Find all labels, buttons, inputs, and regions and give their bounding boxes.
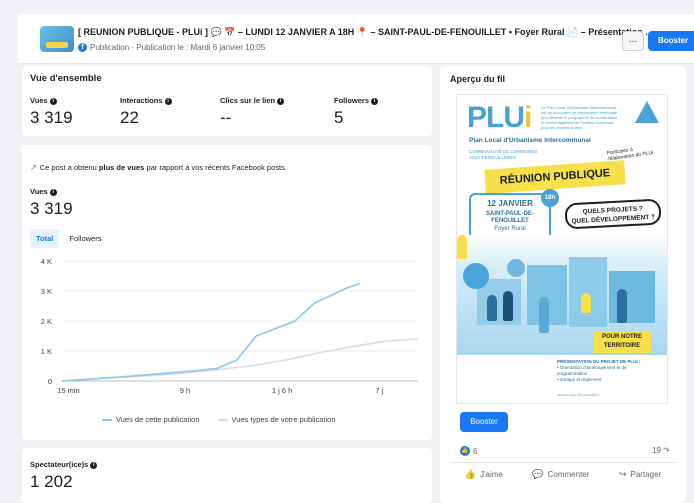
views-label: Vues i (30, 187, 57, 196)
poster-questions: QUELS PROJETS ? QUEL DÉVELOPPEMENT ? (564, 198, 662, 230)
chart-legend: Vues de cette publication Vues types de … (102, 415, 335, 424)
comment-button[interactable]: 💬 Commenter (532, 469, 589, 480)
info-icon[interactable]: i (277, 97, 285, 105)
poster-website: www.cc-agly-fenouilledes.fr (557, 393, 600, 397)
poster-banner: RÉUNION PUBLIQUE (484, 160, 626, 194)
overview-panel: Vue d'ensemble Vues i 3 319 Interactions i… (22, 66, 432, 136)
x-tick-label: 9 h (180, 386, 190, 395)
x-tick-label: 1 j 6 h (272, 386, 292, 395)
series-line-this-post (61, 282, 360, 382)
post-title[interactable]: [ REUNION PUBLIQUE - PLUi ] 💬 📅 – LUNDI … (78, 27, 653, 38)
spectators-value: 1 202 (30, 472, 73, 491)
info-icon[interactable]: i (164, 97, 172, 105)
performance-insight: ↗ Ce post a obtenu plus de vues par rappo… (30, 163, 287, 172)
facebook-icon: f (78, 43, 87, 52)
poster-time-badge: 18h (541, 189, 559, 207)
metric-label-views: Vues i (30, 96, 57, 105)
poster-footer-text: PRÉSENTATION DU PROJET DE PLUi : • Orien… (557, 359, 641, 382)
tab-total[interactable]: Total (30, 229, 60, 248)
metric-value-interactions: 22 (120, 108, 139, 127)
info-icon[interactable]: i (49, 188, 57, 196)
spectators-panel: Spectateur(ice)s i 1 202 (22, 448, 432, 503)
tab-followers[interactable]: Followers (63, 229, 107, 248)
more-options-button[interactable]: ... (622, 31, 644, 51)
plui-logo: PLUi (467, 101, 532, 134)
shares-count[interactable]: 19 ↷ (652, 446, 670, 455)
share-icon: ↪ (618, 469, 627, 479)
thumbs-up-icon: 👍 (464, 469, 476, 479)
feed-preview-panel: Aperçu du fil PLUi Le Plan Local d'Urban… (440, 66, 686, 503)
y-tick-label: 1 K (41, 347, 52, 356)
metric-label-followers: Followers i (334, 96, 379, 105)
metric-value-views: 3 319 (30, 108, 73, 127)
info-icon[interactable]: i (49, 97, 57, 105)
metric-value-followers: 5 (334, 108, 344, 127)
post-image[interactable]: PLUi Le Plan Local d'Urbanisme Intercomm… (456, 94, 668, 404)
legend-item-this-post: Vues de cette publication (102, 415, 200, 424)
feed-preview-title: Aperçu du fil (450, 74, 506, 84)
share-button[interactable]: ↪ Partager (619, 469, 661, 480)
chart-tabs: Total Followers (30, 229, 107, 248)
overview-title: Vue d'ensemble (30, 73, 102, 84)
x-tick-label: 15 min (57, 386, 80, 395)
y-tick-label: 4 K (41, 257, 52, 266)
share-arrow-icon: ↷ (663, 446, 670, 455)
reactions-count[interactable]: 👍 6 (460, 446, 477, 456)
metric-value-link-clicks: -- (220, 108, 232, 127)
poster-intro-text: Le Plan Local d'Urbanisme Intercommunal … (541, 105, 618, 130)
community-logo-icon (635, 101, 659, 123)
y-tick-label: 0 (48, 377, 52, 386)
poster-community: COMMUNAUTÉ DE COMMUNES AGLY FENOUILLÈDES (469, 149, 538, 160)
y-tick-label: 3 K (41, 287, 52, 296)
post-actions: 👍 J'aime 💬 Commenter ↪ Partager (450, 462, 676, 480)
poster-script-text: Participez à l'élaboration du PLUi (606, 146, 654, 163)
views-line-chart: 0 1 K 2 K 3 K 4 K 15 min 9 h 1 j 6 h 7 j (41, 257, 419, 395)
y-tick-label: 2 K (41, 317, 52, 326)
trend-up-icon: ↗ (30, 163, 37, 172)
poster-subtitle: Plan Local d'Urbanisme Intercommunal (469, 137, 591, 144)
post-thumbnail[interactable] (40, 26, 74, 52)
boost-button[interactable]: Booster (460, 412, 508, 432)
like-button[interactable]: 👍 J'aime (465, 469, 503, 480)
boost-post-button[interactable]: Booster (648, 31, 694, 51)
post-header: [ REUNION PUBLIQUE - PLUi ] 💬 📅 – LUNDI … (18, 14, 694, 64)
like-reaction-icon: 👍 (460, 446, 470, 456)
poster-territory-badge: POUR NOTRE TERRITOIRE (593, 331, 651, 353)
info-icon[interactable]: i (371, 97, 379, 105)
views-value: 3 319 (30, 199, 73, 218)
info-icon[interactable]: i (90, 461, 98, 469)
spectators-label: Spectateur(ice)s i (30, 460, 98, 469)
comment-icon: 💬 (532, 469, 544, 479)
series-line-typical (61, 338, 419, 382)
post-date: Publication · Publication le : Mardi 6 j… (90, 43, 266, 52)
metric-label-interactions: Interactions i (120, 96, 172, 105)
x-tick-label: 7 j (375, 386, 383, 395)
legend-item-typical: Vues types de votre publication (217, 415, 335, 424)
views-chart-panel: ↗ Ce post a obtenu plus de vues par rappo… (22, 145, 432, 440)
metric-label-link-clicks: Clics sur le lien i (220, 96, 285, 105)
post-subtitle: f Publication · Publication le : Mardi 6… (78, 43, 265, 52)
